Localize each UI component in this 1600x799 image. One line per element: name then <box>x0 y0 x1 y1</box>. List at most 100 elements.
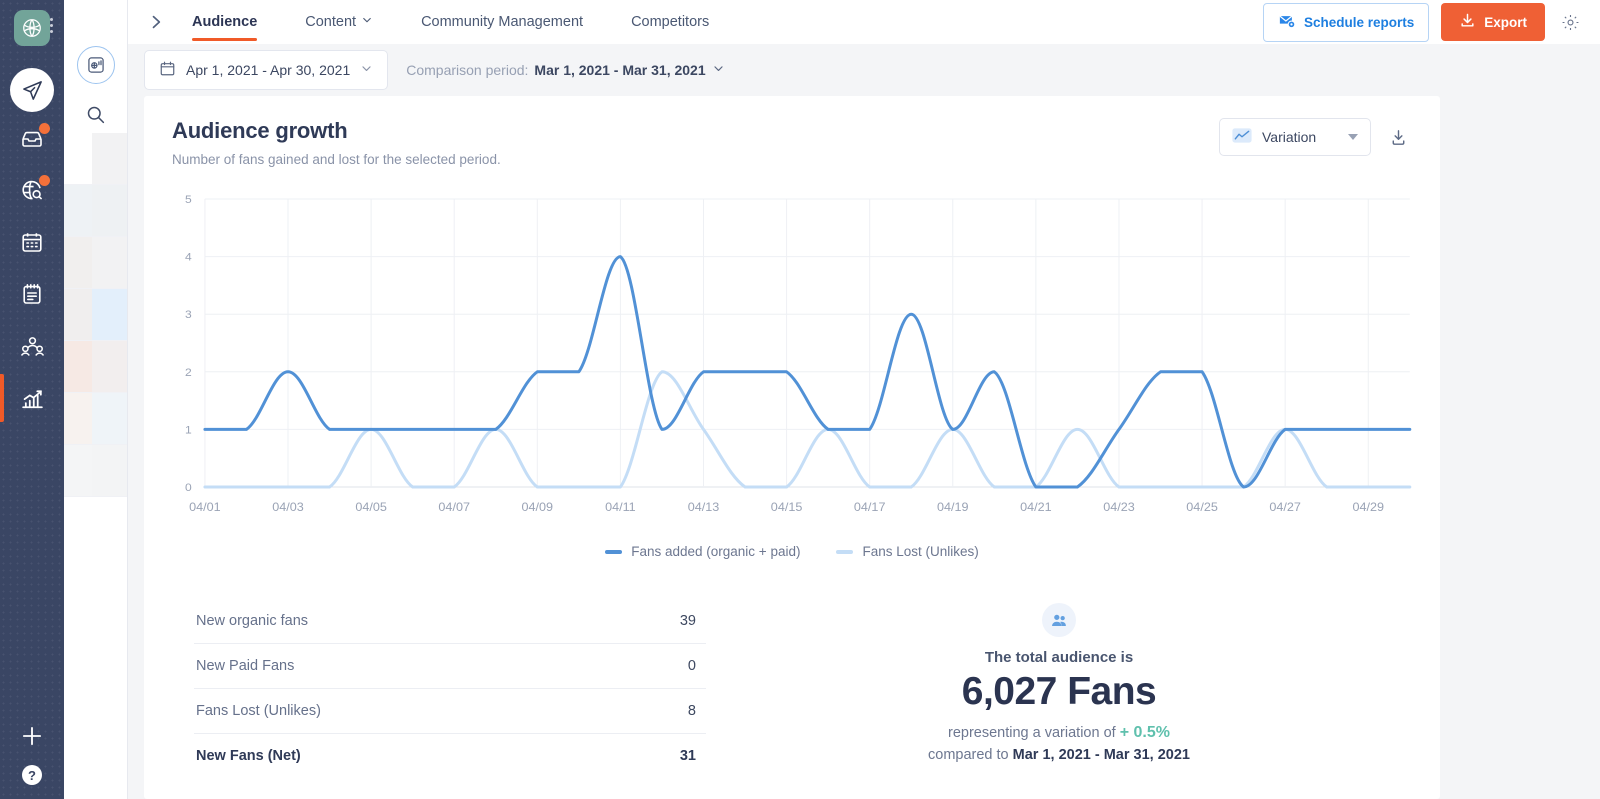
export-label: Export <box>1484 15 1527 30</box>
tab-community-management[interactable]: Community Management <box>421 0 583 44</box>
sidebar-item-compose[interactable] <box>10 68 54 112</box>
filter-bar: Apr 1, 2021 - Apr 30, 2021 Comparison pe… <box>128 44 1600 96</box>
tab-competitors[interactable]: Competitors <box>631 0 709 44</box>
audience-growth-card: Audience growth Number of fans gained an… <box>144 96 1440 799</box>
envelope-clock-icon <box>1278 12 1296 33</box>
x-tick-label: 04/27 <box>1269 501 1301 514</box>
legend-item-fans-lost[interactable]: Fans Lost (Unlikes) <box>836 544 978 559</box>
gear-icon[interactable] <box>1557 9 1584 36</box>
schedule-reports-label: Schedule reports <box>1304 15 1414 30</box>
x-tick-label: 04/21 <box>1020 501 1052 514</box>
x-tick-label: 04/01 <box>189 501 221 514</box>
x-tick-label: 04/07 <box>438 501 470 514</box>
chart-y-axis-labels: 012345 <box>185 194 192 493</box>
list-item <box>64 289 127 341</box>
help-label: ? <box>28 769 36 782</box>
variation-line: representing a variation of + 0.5% <box>706 724 1412 742</box>
sidebar-item-community[interactable] <box>0 320 64 372</box>
stat-value: 39 <box>680 613 696 629</box>
tab-audience[interactable]: Audience <box>192 0 257 44</box>
stat-value-total: 31 <box>680 748 696 764</box>
summary-section: New organic fans 39 New Paid Fans 0 Fans… <box>172 599 1412 778</box>
legend-item-fans-added[interactable]: Fans added (organic + paid) <box>605 544 800 559</box>
x-tick-label: 04/15 <box>771 501 803 514</box>
card-header: Audience growth Number of fans gained an… <box>172 118 1412 167</box>
x-tick-label: 04/11 <box>605 501 636 514</box>
help-icon[interactable]: ? <box>22 765 42 785</box>
chevron-down-icon <box>360 62 373 78</box>
schedule-reports-button[interactable]: Schedule reports <box>1263 3 1429 42</box>
audience-growth-chart: 012345 04/0104/0304/0504/0704/0904/1104/… <box>172 185 1412 530</box>
card-header-text: Audience growth Number of fans gained an… <box>172 118 501 167</box>
export-button[interactable]: Export <box>1441 3 1545 41</box>
sidebar-item-reports[interactable] <box>0 372 64 424</box>
legend-label-fans-added: Fans added (organic + paid) <box>631 544 800 559</box>
tab-competitors-label: Competitors <box>631 14 709 30</box>
stat-value: 8 <box>688 703 696 719</box>
x-tick-label: 04/29 <box>1352 501 1384 514</box>
stat-label: Fans Lost (Unlikes) <box>196 703 321 719</box>
list-item <box>64 133 127 185</box>
topbar-actions: Schedule reports Export <box>1263 3 1588 42</box>
chevron-right-icon[interactable] <box>128 0 184 44</box>
variation-select[interactable]: Variation <box>1219 118 1371 156</box>
agorapulse-logo-icon[interactable] <box>14 10 50 46</box>
x-tick-label: 04/03 <box>272 501 304 514</box>
comparison-period-selector[interactable]: Comparison period: Mar 1, 2021 - Mar 31,… <box>406 62 724 78</box>
chevron-down-icon <box>361 14 373 30</box>
card-subtitle: Number of fans gained and lost for the s… <box>172 152 501 167</box>
sidebar-item-listening[interactable] <box>0 164 64 216</box>
line-chart-icon <box>1232 128 1252 146</box>
sidebar-item-publishing[interactable] <box>0 216 64 268</box>
tab-content[interactable]: Content <box>305 0 373 44</box>
x-tick-label: 04/19 <box>937 501 969 514</box>
chevron-down-icon <box>1348 134 1358 140</box>
comparison-value: Mar 1, 2021 - Mar 31, 2021 <box>534 62 705 78</box>
main-area: Audience Content Community Management Co… <box>128 0 1600 799</box>
list-item <box>64 445 127 497</box>
list-item <box>64 185 127 237</box>
listening-badge <box>39 175 50 186</box>
y-tick-label: 2 <box>185 367 192 378</box>
download-tray-icon[interactable] <box>1385 124 1412 151</box>
compare-value: Mar 1, 2021 - Mar 31, 2021 <box>1013 747 1190 763</box>
tab-audience-label: Audience <box>192 14 257 30</box>
table-row: Fans Lost (Unlikes) 8 <box>194 689 706 734</box>
table-row-total: New Fans (Net) 31 <box>194 734 706 778</box>
placeholder-list <box>64 133 127 799</box>
y-tick-label: 1 <box>185 425 192 436</box>
sidebar-item-inbox[interactable] <box>0 112 64 164</box>
report-tabs: Audience Content Community Management Co… <box>184 0 757 44</box>
variation-prefix: representing a variation of <box>948 725 1116 741</box>
list-item <box>64 237 127 289</box>
chart-svg: 012345 04/0104/0304/0504/0704/0904/1104/… <box>172 185 1412 530</box>
profile-page-icon[interactable] <box>77 46 115 84</box>
table-row: New Paid Fans 0 <box>194 644 706 689</box>
legend-swatch-fans-added <box>605 550 622 554</box>
inbox-badge <box>39 123 50 134</box>
search-icon[interactable] <box>85 104 106 125</box>
stats-table: New organic fans 39 New Paid Fans 0 Fans… <box>194 599 706 778</box>
total-audience-label: The total audience is <box>706 649 1412 666</box>
total-audience-value: 6,027 Fans <box>706 670 1412 714</box>
y-tick-label: 4 <box>185 252 192 263</box>
page-title: Audience growth <box>172 118 501 144</box>
date-range-selector[interactable]: Apr 1, 2021 - Apr 30, 2021 <box>144 50 388 90</box>
x-tick-label: 04/09 <box>522 501 554 514</box>
chart-x-axis-labels: 04/0104/0304/0504/0704/0904/1104/1304/15… <box>189 501 1384 514</box>
x-tick-label: 04/17 <box>854 501 886 514</box>
chevron-down-icon <box>712 62 725 78</box>
variation-select-value: Variation <box>1262 129 1316 145</box>
secondary-sidebar <box>64 0 128 799</box>
sidebar-add-button[interactable] <box>19 723 45 749</box>
card-header-actions: Variation <box>1219 118 1412 156</box>
list-item <box>64 393 127 445</box>
x-tick-label: 04/13 <box>688 501 720 514</box>
people-icon <box>1042 603 1076 637</box>
sidebar-item-content-library[interactable] <box>0 268 64 320</box>
compare-prefix: compared to <box>928 747 1009 763</box>
date-range-value: Apr 1, 2021 - Apr 30, 2021 <box>186 62 350 78</box>
x-tick-label: 04/23 <box>1103 501 1135 514</box>
kebab-menu-icon[interactable] <box>50 18 53 33</box>
tab-content-label: Content <box>305 14 356 30</box>
